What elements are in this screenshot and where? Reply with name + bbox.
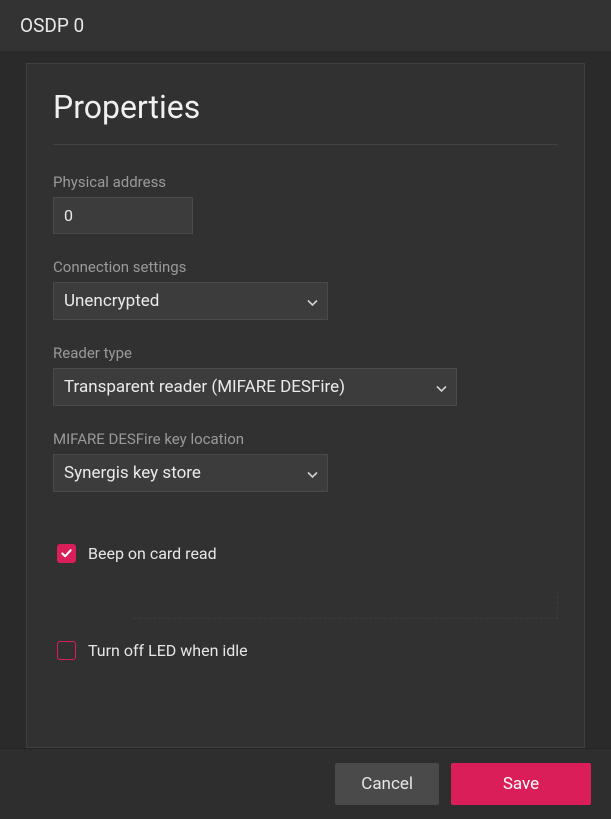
save-button[interactable]: Save <box>451 763 591 805</box>
properties-panel: Properties Physical address Connection s… <box>26 63 585 748</box>
connection-settings-label: Connection settings <box>53 258 558 276</box>
reader-type-group: Reader type Transparent reader (MIFARE D… <box>53 344 558 406</box>
cancel-button[interactable]: Cancel <box>335 763 439 805</box>
key-location-group: MIFARE DESFire key location Synergis key… <box>53 430 558 492</box>
beep-on-read-checkbox[interactable] <box>57 544 76 563</box>
panel-heading: Properties <box>53 88 558 145</box>
reader-type-select[interactable]: Transparent reader (MIFARE DESFire) <box>53 368 457 406</box>
turn-off-led-label[interactable]: Turn off LED when idle <box>88 641 248 660</box>
physical-address-label: Physical address <box>53 173 558 191</box>
form-body: Physical address Connection settings Une… <box>53 145 558 660</box>
divider-line <box>133 591 558 619</box>
reader-type-select-wrap: Transparent reader (MIFARE DESFire) <box>53 368 457 406</box>
titlebar: OSDP 0 <box>0 0 611 51</box>
beep-on-read-row: Beep on card read <box>53 544 558 563</box>
beep-on-read-label[interactable]: Beep on card read <box>88 544 217 563</box>
button-bar: Cancel Save <box>0 748 611 819</box>
physical-address-input[interactable] <box>53 197 193 234</box>
turn-off-led-row: Turn off LED when idle <box>53 641 558 660</box>
turn-off-led-checkbox[interactable] <box>57 641 76 660</box>
key-location-label: MIFARE DESFire key location <box>53 430 558 448</box>
key-location-select[interactable]: Synergis key store <box>53 454 328 492</box>
connection-settings-group: Connection settings Unencrypted <box>53 258 558 320</box>
connection-settings-select[interactable]: Unencrypted <box>53 282 328 320</box>
key-location-select-wrap: Synergis key store <box>53 454 328 492</box>
reader-type-label: Reader type <box>53 344 558 362</box>
titlebar-text: OSDP 0 <box>20 14 84 37</box>
content-area: Properties Physical address Connection s… <box>0 51 611 748</box>
connection-settings-select-wrap: Unencrypted <box>53 282 328 320</box>
physical-address-group: Physical address <box>53 173 558 234</box>
